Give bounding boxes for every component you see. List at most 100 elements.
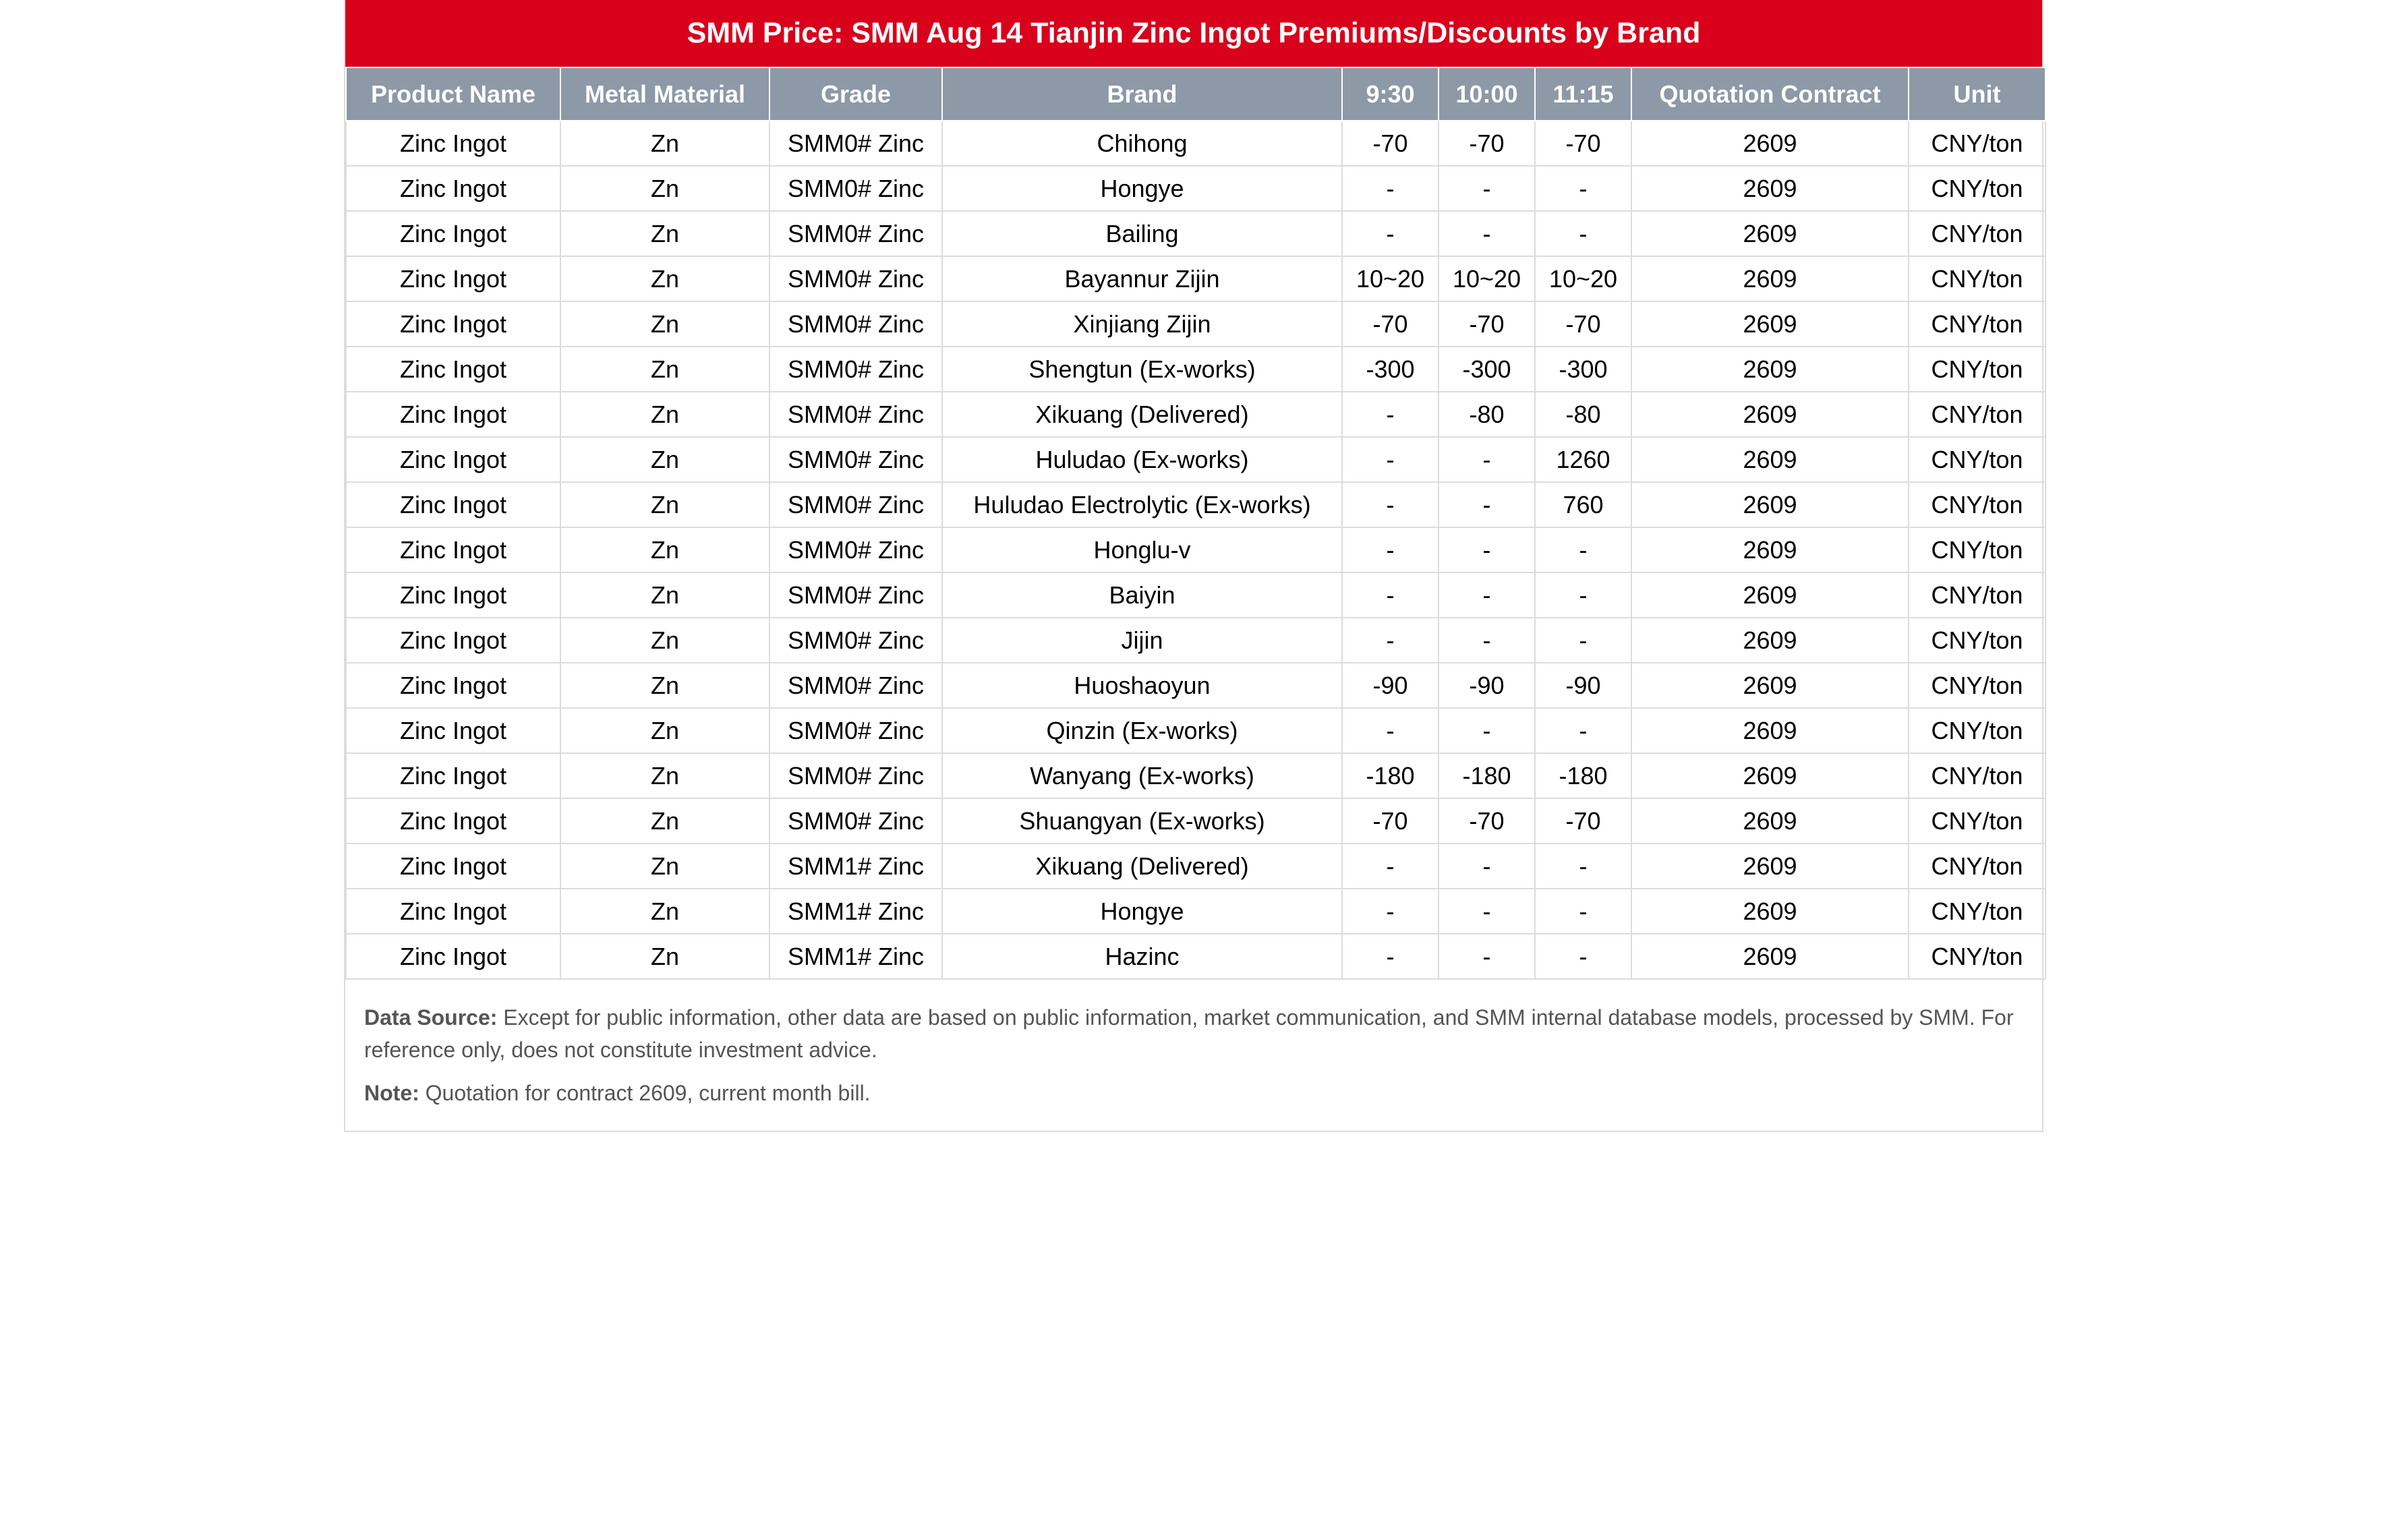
price-930-cell: - <box>1341 933 1439 980</box>
brand-cell: Huludao Electrolytic (Ex-works) <box>941 481 1343 528</box>
price-930-cell: - <box>1341 436 1439 483</box>
table-row: Zinc Ingot Zn SMM1# Zinc Xikuang (Delivered… <box>345 843 2046 889</box>
table-row: Zinc Ingot Zn SMM1# Zinc Hazinc - - -2609 CNY/t… <box>345 933 2046 980</box>
quotation-contract-cell: 2609 <box>1631 527 1909 573</box>
grade-cell: SMM0# Zinc <box>769 707 943 754</box>
product-name-cell: Zinc Ingot <box>345 527 561 573</box>
unit-cell: CNY/ton <box>1908 752 2046 799</box>
grade-cell: SMM0# Zinc <box>769 798 943 844</box>
grade-cell: SMM0# Zinc <box>769 301 943 347</box>
unit-cell: CNY/ton <box>1908 662 2046 709</box>
price-930-cell: 10~20 <box>1341 256 1439 302</box>
price-930-cell: - <box>1341 617 1439 663</box>
product-name-cell: Zinc Ingot <box>345 301 561 347</box>
product-name-cell: Zinc Ingot <box>345 165 561 212</box>
quotation-contract-cell: 2609 <box>1631 210 1909 257</box>
price-1115-cell: - <box>1534 210 1632 257</box>
unit-cell: CNY/ton <box>1908 481 2046 528</box>
price-930-cell: -90 <box>1341 662 1439 709</box>
table-row: Zinc Ingot Zn SMM0# Zinc Huludao (Ex-works)… <box>345 436 2046 483</box>
quotation-contract-cell: 2609 <box>1631 346 1909 392</box>
unit-cell: CNY/ton <box>1908 391 2046 438</box>
table-row: Zinc Ingot Zn SMM0# Zinc Bailing - - -2609 CNY/… <box>345 210 2046 257</box>
brand-cell: Honglu-v <box>941 527 1343 573</box>
metal-material-cell: Zn <box>560 798 770 844</box>
price-930-cell: - <box>1341 210 1439 257</box>
price-1000-cell: -300 <box>1438 346 1536 392</box>
table-row: Zinc Ingot Zn SMM0# Zinc Xinjiang Zijin -70-… <box>345 301 2046 347</box>
quotation-contract-cell: 2609 <box>1631 888 1909 935</box>
table-title: SMM Price: SMM Aug 14 Tianjin Zinc Ingot… <box>345 0 2042 67</box>
price-930-cell: -70 <box>1341 301 1439 347</box>
metal-material-cell: Zn <box>560 572 770 618</box>
brand-cell: Shengtun (Ex-works) <box>941 346 1343 392</box>
note-text: Quotation for contract 2609, current mon… <box>419 1081 871 1105</box>
brand-cell: Xikuang (Delivered) <box>941 843 1343 889</box>
metal-material-cell: Zn <box>560 752 770 799</box>
unit-cell: CNY/ton <box>1908 256 2046 302</box>
column-header-metal-material: Metal Material <box>560 67 770 121</box>
unit-cell: CNY/ton <box>1908 527 2046 573</box>
metal-material-cell: Zn <box>560 346 770 392</box>
metal-material-cell: Zn <box>560 843 770 889</box>
grade-cell: SMM1# Zinc <box>769 888 943 935</box>
product-name-cell: Zinc Ingot <box>345 346 561 392</box>
grade-cell: SMM0# Zinc <box>769 256 943 302</box>
price-1115-cell: - <box>1534 843 1632 889</box>
price-1000-cell: -180 <box>1438 752 1536 799</box>
price-1115-cell: - <box>1534 707 1632 754</box>
metal-material-cell: Zn <box>560 888 770 935</box>
column-header-product-name: Product Name <box>345 67 561 121</box>
grade-cell: SMM0# Zinc <box>769 572 943 618</box>
table-row: Zinc Ingot Zn SMM0# Zinc Bayannur Zijin 10~2… <box>345 256 2046 302</box>
table-row: Zinc Ingot Zn SMM0# Zinc Qinzin (Ex-works) -… <box>345 707 2046 754</box>
brand-cell: Bailing <box>941 210 1343 257</box>
price-table-card: SMM Price: SMM Aug 14 Tianjin Zinc Ingot… <box>344 0 2046 1132</box>
price-1000-cell: - <box>1438 572 1536 618</box>
table-body: Zinc Ingot Zn SMM0# Zinc Chihong -70 -70 -70 26… <box>345 121 2046 980</box>
quotation-contract-cell: 2609 <box>1631 617 1909 663</box>
price-1115-cell: -300 <box>1534 346 1632 392</box>
price-1115-cell: - <box>1534 888 1632 935</box>
data-source-label: Data Source: <box>364 1005 498 1030</box>
quotation-contract-cell: 2609 <box>1631 798 1909 844</box>
quotation-contract-cell: 2609 <box>1631 933 1909 980</box>
price-1115-cell: -80 <box>1534 391 1632 438</box>
product-name-cell: Zinc Ingot <box>345 662 561 709</box>
brand-cell: Huoshaoyun <box>941 662 1343 709</box>
brand-cell: Qinzin (Ex-works) <box>941 707 1343 754</box>
table-row: Zinc Ingot Zn SMM0# Zinc Xikuang (Delivered… <box>345 391 2046 438</box>
product-name-cell: Zinc Ingot <box>345 121 561 167</box>
quotation-contract-cell: 2609 <box>1631 481 1909 528</box>
unit-cell: CNY/ton <box>1908 888 2046 935</box>
metal-material-cell: Zn <box>560 707 770 754</box>
brand-cell: Bayannur Zijin <box>941 256 1343 302</box>
column-header-1115: 11:15 <box>1534 67 1632 121</box>
price-930-cell: - <box>1341 391 1439 438</box>
table-row: Zinc Ingot Zn SMM0# Zinc Baiyin - - -2609 CNY/t… <box>345 572 2046 618</box>
quotation-contract-cell: 2609 <box>1631 256 1909 302</box>
price-1000-cell: - <box>1438 481 1536 528</box>
metal-material-cell: Zn <box>560 121 770 167</box>
grade-cell: SMM0# Zinc <box>769 210 943 257</box>
price-1115-cell: -70 <box>1534 121 1632 167</box>
table-row: Zinc Ingot Zn SMM0# Zinc Huoshaoyun -90 -90 -9… <box>345 662 2046 709</box>
price-1000-cell: 10~20 <box>1438 256 1536 302</box>
product-name-cell: Zinc Ingot <box>345 798 561 844</box>
brand-cell: Jijin <box>941 617 1343 663</box>
price-1000-cell: -80 <box>1438 391 1536 438</box>
note-label: Note: <box>364 1081 419 1105</box>
price-1000-cell: - <box>1438 165 1536 212</box>
column-header-brand: Brand <box>941 67 1343 121</box>
metal-material-cell: Zn <box>560 527 770 573</box>
data-source-note: Data Source: Except for public informati… <box>364 1001 2023 1066</box>
price-1115-cell: - <box>1534 527 1632 573</box>
product-name-cell: Zinc Ingot <box>345 481 561 528</box>
brand-cell: Hazinc <box>941 933 1343 980</box>
price-1115-cell: -70 <box>1534 301 1632 347</box>
column-header-1000: 10:00 <box>1438 67 1536 121</box>
product-name-cell: Zinc Ingot <box>345 391 561 438</box>
brand-cell: Xinjiang Zijin <box>941 301 1343 347</box>
brand-cell: Hongye <box>941 165 1343 212</box>
price-930-cell: -300 <box>1341 346 1439 392</box>
